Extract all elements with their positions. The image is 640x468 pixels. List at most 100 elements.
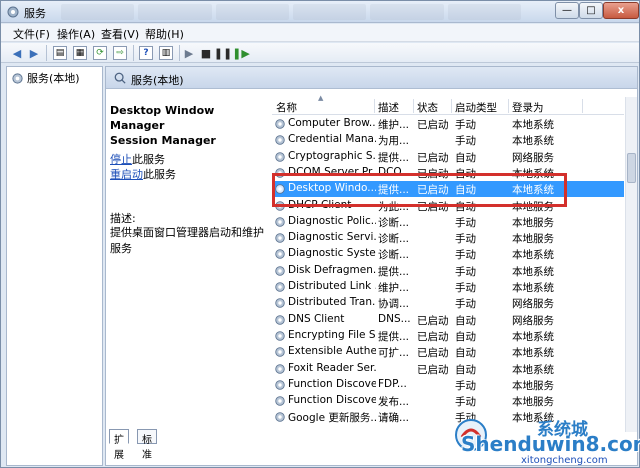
menu-action[interactable]: 操作(A) — [57, 26, 95, 42]
gear-icon — [275, 331, 285, 341]
table-row[interactable]: DHCP Client 为此... 已启动 自动 本地服务 — [272, 198, 624, 214]
column-header-status[interactable]: 状态 — [417, 100, 438, 115]
gear-icon — [275, 347, 285, 357]
start-service-icon[interactable]: ▶ — [181, 45, 197, 61]
service-description-panel: Desktop Window Manager Session Manager — [110, 103, 270, 148]
title-bar[interactable]: 服务 — □ x — [1, 1, 639, 23]
table-row[interactable]: Function Discove...FDP... 手动 本地服务 — [272, 377, 624, 393]
column-header-logon-as[interactable]: 登录为 — [512, 100, 544, 115]
table-row[interactable]: Function Discove...发布... 手动 本地服务 — [272, 393, 624, 409]
table-row[interactable]: Cryptographic S... 提供... 已启动 自动 网络服务 — [272, 149, 624, 165]
console-tree-icon[interactable]: ▤ — [53, 46, 67, 60]
column-header-name[interactable]: 名称 — [276, 100, 297, 115]
service-logon-as: 本地系统 — [512, 330, 554, 343]
service-name: Extensible Authe... — [288, 345, 376, 358]
close-button[interactable]: x — [603, 2, 639, 19]
service-name: Encrypting File S... — [288, 328, 376, 341]
service-description: DCO... — [378, 165, 412, 178]
services-list: ▲ 名称 描述 状态 启动类型 登录为 Computer Brow... 维护..… — [272, 94, 624, 432]
menu-file[interactable]: 文件(F) — [13, 26, 50, 42]
table-row[interactable]: DNS Client DNS... 已启动 自动 网络服务 — [272, 312, 624, 328]
service-logon-as: 本地系统 — [512, 265, 554, 278]
table-row[interactable]: Desktop Windo... 提供... 已启动 自动 本地系统 — [272, 181, 624, 198]
stop-service-icon[interactable]: ■ — [198, 45, 214, 61]
restart-service-icon[interactable]: ❚▶ — [232, 45, 250, 61]
scrollbar-thumb[interactable] — [627, 153, 636, 183]
table-row[interactable]: Distributed Link ... 维护... 手动 本地系统 — [272, 279, 624, 295]
service-logon-as: 网络服务 — [512, 151, 554, 164]
table-row[interactable]: Extensible Authe...可扩... 已启动自动 本地系统 — [272, 344, 624, 360]
service-startup-type: 自动 — [455, 200, 476, 213]
table-row[interactable]: Diagnostic Polic... 诊断... 手动 本地服务 — [272, 214, 624, 230]
forward-arrow-icon[interactable]: ▶ — [26, 45, 42, 61]
vertical-scrollbar[interactable] — [625, 97, 637, 432]
service-startup-type: 手动 — [455, 379, 476, 392]
service-name: Diagnostic Polic... — [288, 214, 376, 227]
show-action-pane-icon[interactable]: ▥ — [159, 46, 173, 60]
menu-help[interactable]: 帮助(H) — [145, 26, 184, 42]
service-logon-as: 本地系统 — [512, 363, 554, 376]
gear-icon — [275, 314, 285, 325]
gear-icon — [275, 380, 285, 390]
tree-node-services-local[interactable]: 服务(本地) — [11, 70, 80, 86]
stop-service-link[interactable]: 停止 — [110, 153, 132, 166]
service-logon-as: 本地系统 — [512, 347, 554, 360]
service-name: Distributed Link ... — [288, 280, 376, 292]
column-header-startup-type[interactable]: 启动类型 — [455, 100, 497, 115]
gear-icon — [275, 184, 285, 194]
service-status: 已启动 — [417, 184, 449, 197]
gear-icon — [275, 217, 285, 227]
service-description: 协调... — [378, 298, 410, 311]
service-description: 提供... — [378, 265, 410, 278]
service-description: 发布... — [378, 396, 410, 409]
help-icon[interactable]: ? — [139, 46, 153, 60]
service-logon-as: 本地服务 — [512, 216, 554, 229]
refresh-icon[interactable]: ⟳ — [93, 46, 107, 60]
table-row[interactable]: Disk Defragmen... 提供... 手动 本地系统 — [272, 263, 624, 279]
properties-icon[interactable]: ▦ — [73, 46, 87, 60]
service-description: 为用... — [378, 135, 410, 148]
pause-service-icon[interactable]: ❚❚ — [214, 45, 232, 61]
table-row[interactable]: DCOM Server Pr... DCO... 已启动 自动 本地系统 — [272, 165, 624, 181]
service-description: 可扩... — [378, 347, 410, 360]
service-description: 提供... — [378, 330, 410, 343]
service-startup-type: 手动 — [455, 282, 476, 294]
service-startup-type: 手动 — [455, 249, 476, 262]
menu-view[interactable]: 查看(V) — [101, 26, 139, 42]
tree-node-label: 服务(本地) — [27, 72, 80, 85]
service-status: 已启动 — [417, 200, 449, 213]
service-name: Diagnostic Servi... — [288, 231, 376, 244]
tab-standard[interactable]: 标准 — [137, 429, 157, 461]
service-name: DCOM Server Pr... — [288, 165, 376, 178]
table-row[interactable]: Computer Brow... 维护... 已启动 手动 本地系统 — [272, 116, 624, 132]
table-row[interactable]: Encrypting File S... 提供... 已启动 自动 本地系统 — [272, 328, 624, 344]
column-header-description[interactable]: 描述 — [378, 100, 399, 115]
table-row[interactable]: Diagnostic Syste... 诊断... 手动 本地系统 — [272, 246, 624, 262]
gear-icon — [275, 412, 285, 423]
service-startup-type: 自动 — [455, 151, 476, 164]
tab-extended[interactable]: 扩展 — [109, 429, 129, 461]
service-logon-as: 本地系统 — [512, 249, 554, 262]
service-name: Computer Brow... — [288, 117, 376, 129]
service-startup-type: 手动 — [455, 119, 476, 131]
service-name: Function Discove... — [288, 394, 376, 407]
service-logon-as: 本地服务 — [512, 233, 554, 246]
service-name: Credential Mana... — [288, 133, 376, 146]
service-status: 已启动 — [417, 314, 449, 327]
service-logon-as: 本地服务 — [512, 396, 554, 409]
table-row[interactable]: Diagnostic Servi... 诊断... 手动 本地服务 — [272, 230, 624, 246]
service-logon-as: 网络服务 — [512, 298, 554, 311]
services-pane: 服务(本地) Desktop Window Manager Session Ma… — [105, 66, 638, 466]
service-description: DNS... — [378, 312, 411, 325]
stop-service-line: 停止此服务 — [110, 151, 165, 167]
table-row[interactable]: Distributed Tran... 协调... 手动 网络服务 — [272, 295, 624, 311]
export-list-icon[interactable]: ⇨ — [113, 46, 127, 60]
back-arrow-icon[interactable]: ◀ — [9, 45, 25, 61]
maximize-button[interactable]: □ — [579, 2, 603, 19]
table-row[interactable]: Credential Mana... 为用... 手动 本地系统 — [272, 132, 624, 148]
table-row[interactable]: Foxit Reader Ser... 已启动 自动 本地系统 — [272, 361, 624, 377]
service-logon-as: 本地系统 — [512, 184, 554, 197]
restart-service-link[interactable]: 重启动 — [110, 168, 143, 181]
stop-service-suffix: 此服务 — [132, 153, 165, 166]
minimize-button[interactable]: — — [555, 2, 579, 19]
